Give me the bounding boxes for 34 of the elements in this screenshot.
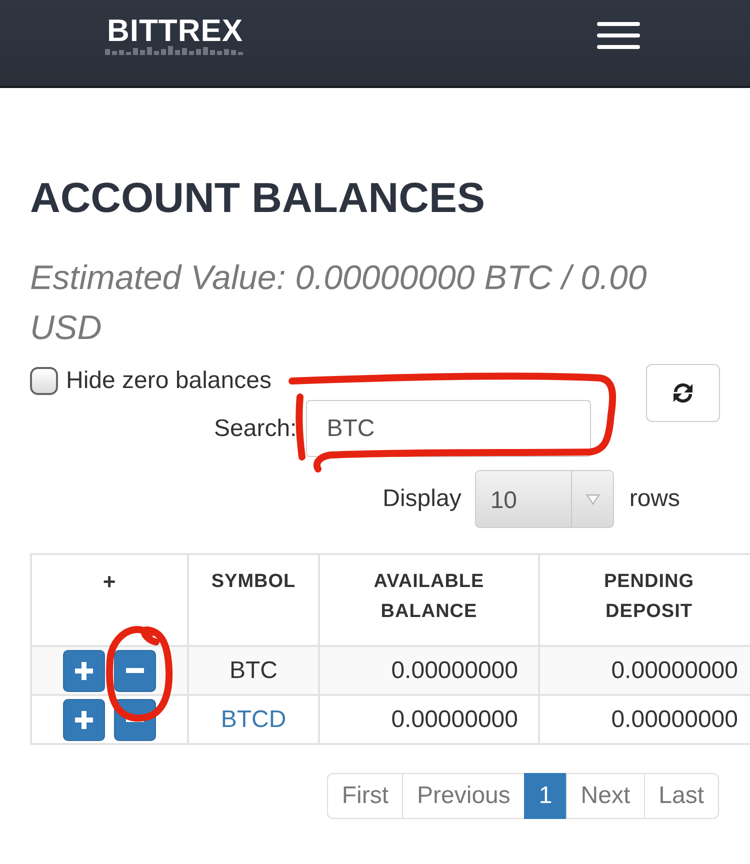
checkbox-label[interactable]: Hide zero balances	[66, 367, 272, 395]
page-button[interactable]: First	[326, 773, 404, 819]
deposit-cell: 0.00000000	[611, 656, 738, 684]
rows-select[interactable]: 10	[475, 470, 614, 528]
rows-label: rows	[629, 485, 680, 513]
page-button[interactable]: Previous	[402, 773, 526, 819]
column-header: AVAILABLE BALANCE	[374, 571, 484, 622]
menu-icon[interactable]	[597, 22, 640, 49]
refresh-button[interactable]	[646, 364, 720, 422]
column-header[interactable]: +	[102, 569, 116, 594]
minus-icon	[126, 668, 144, 673]
logo-bars-icon	[105, 46, 243, 55]
add-button[interactable]	[63, 650, 105, 692]
refresh-icon	[671, 381, 695, 405]
checkbox[interactable]	[30, 367, 58, 395]
display-label: Display	[382, 485, 462, 513]
page-button[interactable]: 1	[524, 773, 568, 819]
search-label: Search:	[214, 414, 297, 442]
add-button[interactable]	[63, 698, 105, 740]
logo-text[interactable]: BITTREX	[107, 17, 244, 45]
remove-button[interactable]	[114, 650, 156, 692]
caret-icon	[586, 494, 600, 504]
plus-icon	[75, 662, 93, 680]
page-button[interactable]: Last	[644, 773, 719, 819]
column-header: PENDING DEPOSIT	[604, 571, 694, 622]
page-title: ACCOUNT BALANCES	[30, 173, 486, 223]
column-header: SYMBOL	[211, 571, 296, 592]
symbol-cell: BTC	[230, 656, 278, 684]
estimated-value: Estimated Value: 0.00000000 BTC / 0.00 USD	[30, 258, 648, 349]
plus-icon	[75, 710, 93, 728]
deposit-cell: 0.00000000	[611, 706, 738, 732]
balance-cell: 0.00000000	[391, 656, 518, 684]
balance-cell: 0.00000000	[391, 706, 518, 732]
page-button[interactable]: Next	[566, 773, 646, 819]
